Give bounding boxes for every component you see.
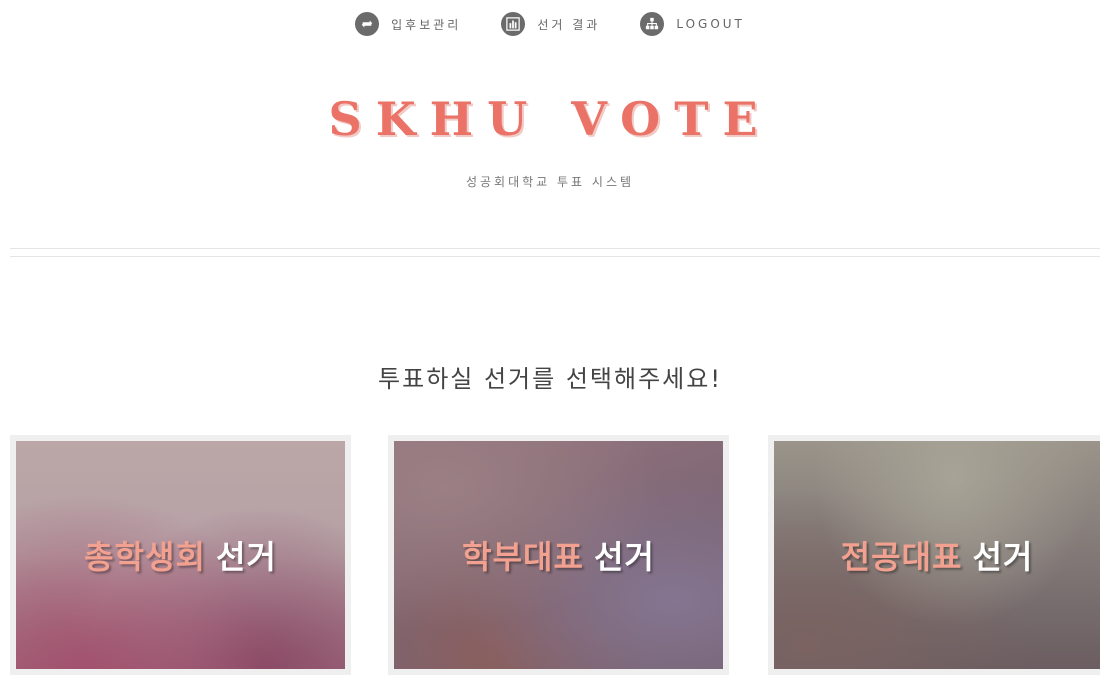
card-title: 전공대표 선거 <box>841 532 1034 578</box>
election-card-student-council[interactable]: 총학생회 선거 <box>10 435 351 675</box>
nav-label: 선거 결과 <box>537 17 601 32</box>
card-title-suffix: 선거 <box>215 538 277 576</box>
card-image: 학부대표 선거 <box>394 441 723 669</box>
sitemap-icon <box>640 12 665 36</box>
election-prompt: 투표하실 선거를 선택해주세요! <box>378 365 722 393</box>
bar-chart-icon <box>501 12 526 36</box>
card-title-accent: 학부대표 <box>462 538 584 576</box>
nav-candidate-management[interactable]: 입후보관리 <box>355 12 461 36</box>
election-card-faculty-rep[interactable]: 학부대표 선거 <box>388 435 729 675</box>
card-image: 총학생회 선거 <box>16 441 345 669</box>
site-logo[interactable]: SKHU VOTE <box>0 92 1100 146</box>
nav-label: 입후보관리 <box>391 17 462 32</box>
divider <box>10 248 1100 249</box>
card-title-accent: 전공대표 <box>840 538 963 576</box>
nav-election-results[interactable]: 선거 결과 <box>501 12 600 36</box>
card-title-suffix: 선거 <box>972 538 1034 576</box>
site-subtitle: 성공회대학교 투표 시스템 <box>465 175 635 189</box>
divider <box>10 256 1100 257</box>
top-nav: 입후보관리 선거 결과 LOGOUT <box>0 10 1100 38</box>
nav-logout[interactable]: LOGOUT <box>640 12 745 36</box>
card-title-suffix: 선거 <box>593 538 655 576</box>
nav-label: LOGOUT <box>676 17 745 31</box>
card-title-accent: 총학생회 <box>84 538 206 576</box>
refresh-icon <box>355 12 380 36</box>
card-image: 전공대표 선거 <box>774 441 1100 669</box>
election-card-major-rep[interactable]: 전공대표 선거 <box>768 435 1100 675</box>
card-title: 총학생회 선거 <box>84 532 277 578</box>
card-title: 학부대표 선거 <box>462 532 655 578</box>
